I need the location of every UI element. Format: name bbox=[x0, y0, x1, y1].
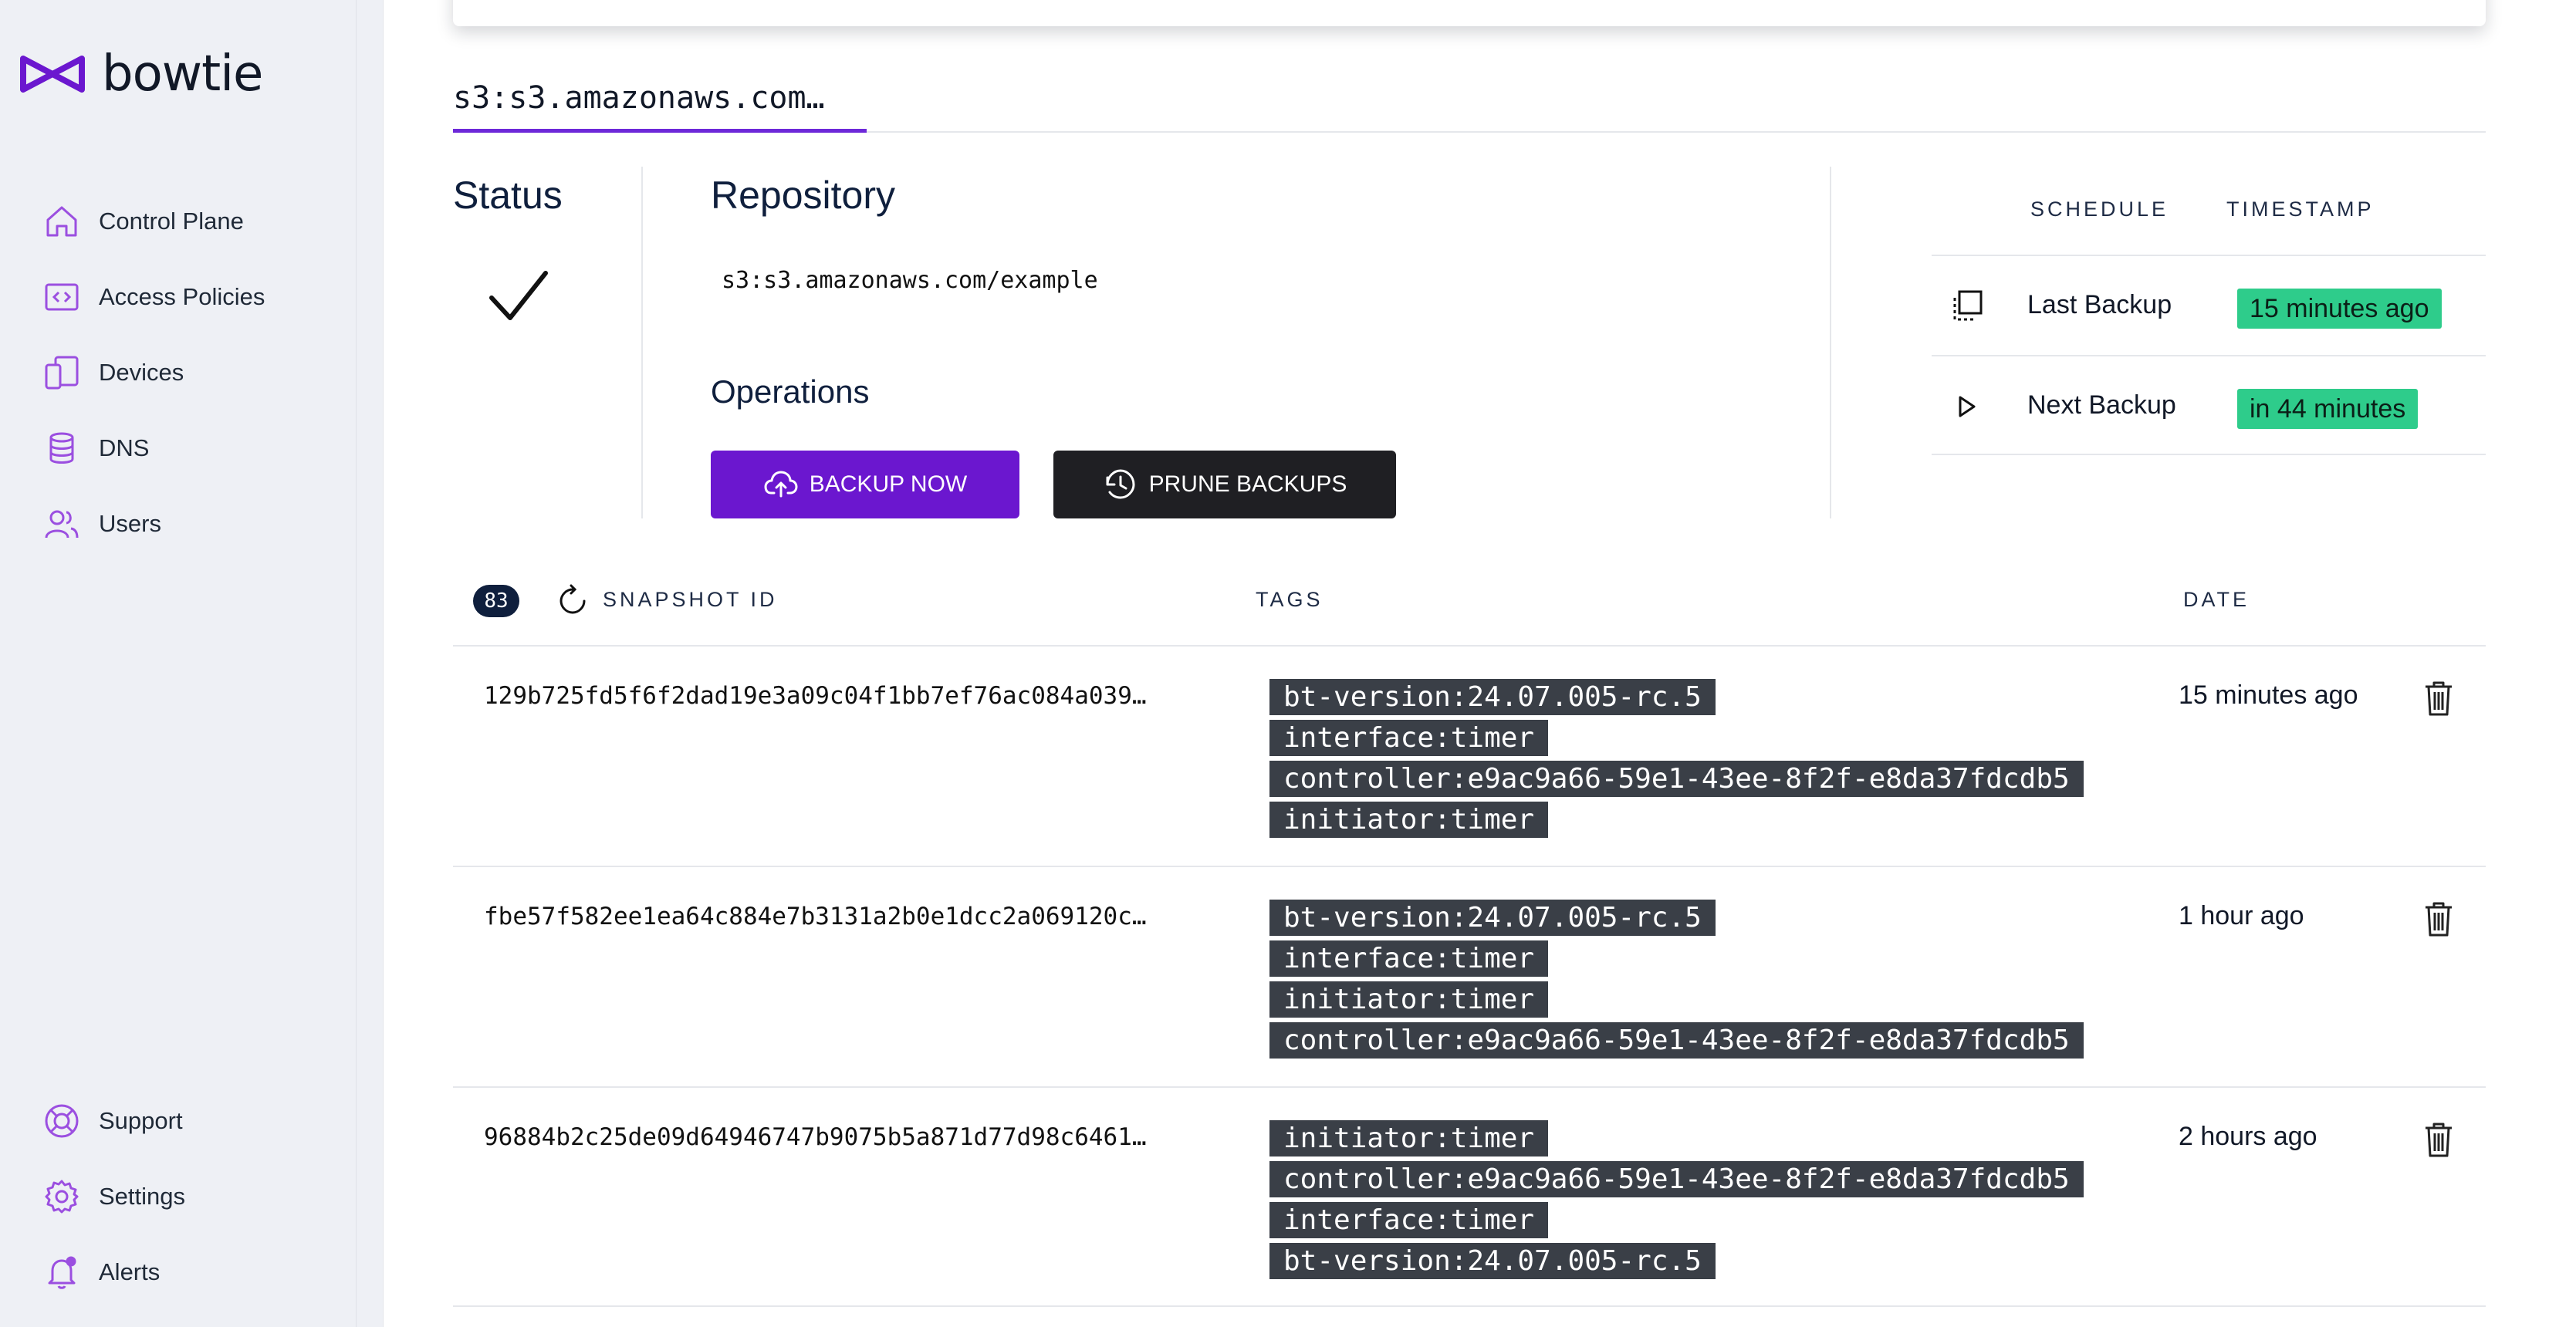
tag: interface:timer bbox=[1269, 1202, 1549, 1238]
tag: interface:timer bbox=[1269, 720, 1549, 756]
prune-backups-button[interactable]: PRUNE BACKUPS bbox=[1053, 451, 1396, 518]
snapshot-id[interactable]: 129b725fd5f6f2dad19e3a09c04f1bb7ef76ac08… bbox=[484, 682, 1147, 710]
sidebar-item-alerts[interactable]: Alerts bbox=[43, 1234, 185, 1310]
sidebar-item-label: Users bbox=[99, 510, 161, 537]
sidebar-item-support[interactable]: Support bbox=[43, 1083, 185, 1159]
snapshot-count-badge: 83 bbox=[473, 585, 519, 617]
tag: initiator:timer bbox=[1269, 802, 1549, 838]
sidebar-item-access-policies[interactable]: Access Policies bbox=[43, 259, 265, 335]
snapshot-id[interactable]: fbe57f582ee1ea64c884e7b3131a2b0e1dcc2a06… bbox=[484, 903, 1147, 930]
snapshot-date: 2 hours ago bbox=[2179, 1122, 2317, 1151]
sidebar-item-users[interactable]: Users bbox=[43, 486, 265, 562]
timestamp-badge: 15 minutes ago bbox=[2237, 289, 2442, 329]
trash-icon[interactable] bbox=[2421, 679, 2456, 718]
bowtie-logo-icon bbox=[20, 56, 85, 93]
devices-icon bbox=[45, 356, 79, 390]
code-window-icon bbox=[45, 283, 79, 311]
snapshot-date: 15 minutes ago bbox=[2179, 680, 2358, 710]
date-header[interactable]: DATE bbox=[2183, 588, 2250, 612]
brand-logo[interactable]: bowtie bbox=[19, 45, 263, 103]
refresh-icon[interactable] bbox=[555, 583, 590, 619]
header-card bbox=[453, 0, 2486, 26]
sidebar-item-dns[interactable]: DNS bbox=[43, 410, 265, 486]
sidebar-item-label: Settings bbox=[99, 1183, 186, 1210]
table-row[interactable]: 129b725fd5f6f2dad19e3a09c04f1bb7ef76ac08… bbox=[453, 645, 2486, 866]
sidebar-item-label: Alerts bbox=[99, 1258, 161, 1285]
tag-list: bt-version:24.07.005-rc.5 interface:time… bbox=[1269, 679, 2084, 838]
sidebar-item-settings[interactable]: Settings bbox=[43, 1159, 185, 1234]
tag-list: initiator:timer controller:e9ac9a66-59e1… bbox=[1269, 1120, 2084, 1279]
sidebar-item-label: DNS bbox=[99, 434, 150, 461]
timestamp-badge: in 44 minutes bbox=[2237, 389, 2419, 429]
tag: interface:timer bbox=[1269, 940, 1549, 977]
checkmark-icon bbox=[489, 271, 548, 320]
gear-icon bbox=[45, 1180, 79, 1214]
database-icon bbox=[49, 432, 74, 464]
snapshot-id[interactable]: 96884b2c25de09d64946747b9075b5a871d77d98… bbox=[484, 1123, 1147, 1151]
tag: initiator:timer bbox=[1269, 1120, 1549, 1156]
repository-value: s3:s3.amazonaws.com/example bbox=[722, 267, 1098, 294]
operations-title: Operations bbox=[711, 373, 870, 410]
trash-icon[interactable] bbox=[2421, 1120, 2456, 1159]
home-icon bbox=[46, 206, 77, 237]
table-row[interactable]: fbe57f582ee1ea64c884e7b3131a2b0e1dcc2a06… bbox=[453, 866, 2486, 1086]
tag-list: bt-version:24.07.005-rc.5 interface:time… bbox=[1269, 900, 2084, 1059]
history-icon bbox=[1106, 469, 1135, 499]
trash-icon[interactable] bbox=[2421, 900, 2456, 938]
divider bbox=[1830, 167, 1831, 518]
schedule-label: Next Backup bbox=[2027, 390, 2176, 420]
status-title: Status bbox=[453, 174, 563, 217]
schedule-row-next-backup: Next Backup in 44 minutes bbox=[1932, 355, 2486, 455]
tab-bar: s3:s3.amazonaws.com… bbox=[453, 66, 2486, 133]
snapshot-date: 1 hour ago bbox=[2179, 901, 2304, 930]
tag: controller:e9ac9a66-59e1-43ee-8f2f-e8da3… bbox=[1269, 1022, 2084, 1059]
main-panel: s3:s3.amazonaws.com… Status Repository s… bbox=[383, 0, 2576, 1327]
cloud-upload-icon bbox=[764, 471, 798, 498]
tag: bt-version:24.07.005-rc.5 bbox=[1269, 679, 1716, 715]
prune-backups-label: PRUNE BACKUPS bbox=[1148, 471, 1347, 497]
sidebar-item-devices[interactable]: Devices bbox=[43, 335, 265, 410]
sidebar-item-label: Support bbox=[99, 1107, 183, 1134]
repository-title: Repository bbox=[711, 174, 895, 217]
schedule-label: Last Backup bbox=[2027, 290, 2172, 319]
bell-icon bbox=[48, 1256, 76, 1289]
sidebar-nav: Control Plane Access Policies Devices DN… bbox=[43, 184, 265, 562]
tag: initiator:timer bbox=[1269, 981, 1549, 1018]
sidebar-bottom-nav: Support Settings Alerts bbox=[43, 1083, 185, 1310]
timestamp-header: TIMESTAMP bbox=[2226, 198, 2375, 221]
tag: bt-version:24.07.005-rc.5 bbox=[1269, 900, 1716, 936]
tag: bt-version:24.07.005-rc.5 bbox=[1269, 1243, 1716, 1279]
brand-name: bowtie bbox=[102, 46, 263, 103]
users-icon bbox=[45, 510, 79, 539]
schedule-row-last-backup: Last Backup 15 minutes ago bbox=[1932, 255, 2486, 355]
tags-header: TAGS bbox=[1256, 588, 1323, 611]
tag: controller:e9ac9a66-59e1-43ee-8f2f-e8da3… bbox=[1269, 761, 2084, 797]
sidebar-item-label: Control Plane bbox=[99, 208, 244, 235]
schedule-header: SCHEDULE bbox=[2030, 198, 2169, 221]
divider bbox=[641, 167, 643, 518]
backup-now-button[interactable]: BACKUP NOW bbox=[711, 451, 1019, 518]
lifebuoy-icon bbox=[45, 1104, 79, 1138]
sidebar-item-label: Devices bbox=[99, 359, 184, 386]
sidebar-item-control-plane[interactable]: Control Plane bbox=[43, 184, 265, 259]
tab-repository[interactable]: s3:s3.amazonaws.com… bbox=[453, 66, 867, 133]
snapshot-id-header[interactable]: SNAPSHOT ID bbox=[603, 588, 778, 612]
tag: controller:e9ac9a66-59e1-43ee-8f2f-e8da3… bbox=[1269, 1161, 2084, 1197]
play-icon bbox=[1959, 396, 1976, 417]
sidebar: bowtie Control Plane Access Policies Dev… bbox=[0, 0, 357, 1327]
sidebar-item-label: Access Policies bbox=[99, 283, 265, 310]
copy-icon bbox=[1953, 290, 1983, 321]
backup-now-label: BACKUP NOW bbox=[809, 471, 968, 497]
table-row[interactable]: 96884b2c25de09d64946747b9075b5a871d77d98… bbox=[453, 1086, 2486, 1307]
